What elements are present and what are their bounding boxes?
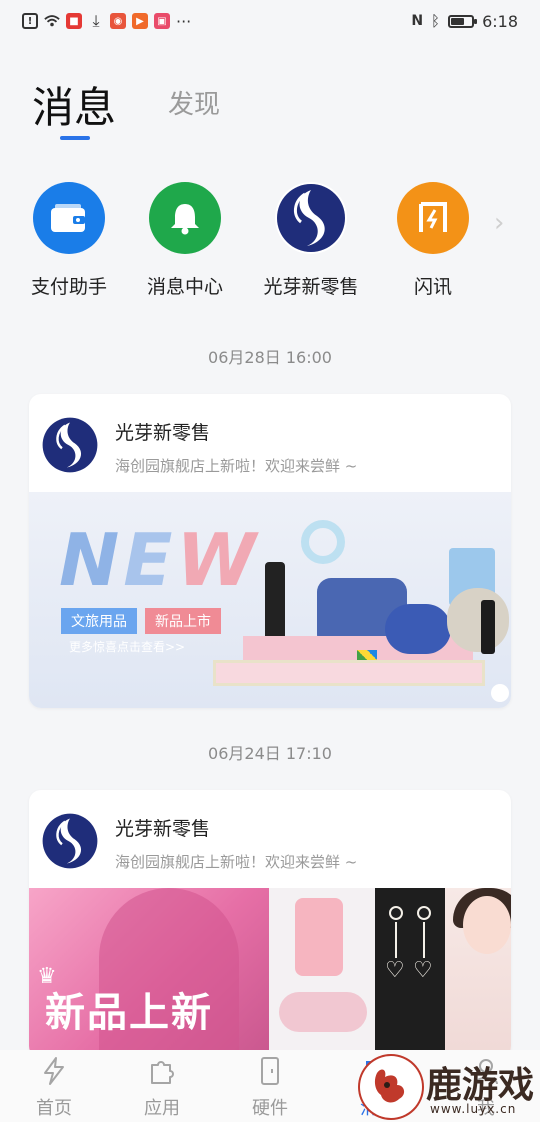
quick-app-guangya[interactable]: 光芽新零售 xyxy=(255,182,367,299)
quick-app-label: 闪讯 xyxy=(413,276,452,298)
banner-headline: NEW xyxy=(59,518,260,602)
promo-banner-new-arrivals[interactable]: ♛ 新品上新 ♡ ♡ xyxy=(29,888,511,1058)
brand-logo xyxy=(275,182,347,254)
active-tab-indicator xyxy=(60,136,90,140)
banner-more-link[interactable]: 更多惊喜点击查看>> xyxy=(69,638,185,655)
message-card-header: 光芽新零售 海创园旗舰店上新啦！欢迎来尝鲜 ~ xyxy=(29,394,511,492)
nav-home[interactable]: 首页 xyxy=(0,1050,108,1122)
banner-tag: 新品上市 xyxy=(145,608,221,634)
brand-logo xyxy=(41,416,99,474)
watermark-text: 鹿游戏 xyxy=(426,1065,535,1106)
message-timestamp: 06月24日 17:10 xyxy=(208,744,332,763)
earring-chain xyxy=(395,922,397,958)
nav-label: 硬件 xyxy=(252,1098,288,1119)
decorative-ball xyxy=(491,684,509,702)
message-card[interactable]: 光芽新零售 海创园旗舰店上新啦！欢迎来尝鲜 ~ ♛ 新品上新 ♡ ♡ xyxy=(29,790,511,1058)
earring xyxy=(417,906,431,920)
earring xyxy=(389,906,403,920)
promo-banner-new[interactable]: NEW 文旅用品 新品上市 更多惊喜点击查看>> xyxy=(29,492,511,708)
play-icon: ▶ xyxy=(132,13,148,29)
product-image xyxy=(301,520,345,564)
message-page: ! ■ ⤓ ◉ ▶ ▣ ··· N ᛒ 6:18 消息 发现 支付助手 消息中心… xyxy=(0,0,540,1122)
tab-discover[interactable]: 发现 xyxy=(168,84,220,121)
alert-icon: ! xyxy=(22,13,38,29)
video-icon: ■ xyxy=(66,13,82,29)
nav-apps[interactable]: 应用 xyxy=(108,1050,216,1122)
model-face xyxy=(463,896,511,954)
door-icon xyxy=(255,1056,285,1086)
product-image xyxy=(295,898,343,976)
message-card-header: 光芽新零售 海创园旗舰店上新啦！欢迎来尝鲜 ~ xyxy=(29,790,511,888)
product-image xyxy=(279,992,367,1032)
status-bar: ! ■ ⤓ ◉ ▶ ▣ ··· N ᛒ 6:18 xyxy=(0,0,540,42)
header-tabs: 消息 发现 xyxy=(0,72,540,142)
message-card[interactable]: 光芽新零售 海创园旗舰店上新啦！欢迎来尝鲜 ~ NEW 文旅用品 新品上市 更多… xyxy=(29,394,511,708)
app-icon: ◉ xyxy=(110,13,126,29)
download-icon: ⤓ xyxy=(92,11,100,30)
brand-logo xyxy=(41,812,99,870)
display-stage xyxy=(213,660,485,686)
wifi-icon xyxy=(44,13,60,29)
more-icon: ··· xyxy=(176,11,192,31)
lightning-icon xyxy=(39,1056,69,1086)
chevron-right-icon[interactable]: › xyxy=(494,208,504,238)
nav-hardware[interactable]: 硬件 xyxy=(216,1050,324,1122)
puzzle-icon xyxy=(147,1056,177,1086)
product-image xyxy=(447,588,509,652)
quick-app-label: 消息中心 xyxy=(146,276,223,298)
product-image xyxy=(481,600,495,654)
product-image xyxy=(385,604,451,654)
quick-app-message-center[interactable]: 消息中心 xyxy=(129,182,241,299)
deer-logo xyxy=(360,1056,422,1118)
quick-app-label: 支付助手 xyxy=(30,276,107,298)
heart-icon: ♡ xyxy=(385,958,405,983)
product-image-earrings: ♡ ♡ xyxy=(375,888,445,1058)
clock: 6:18 xyxy=(482,11,518,31)
bluetooth-icon: ᛒ xyxy=(431,12,441,30)
product-image-model xyxy=(445,888,511,1058)
quick-app-payment-assistant[interactable]: 支付助手 xyxy=(13,182,125,299)
nfc-icon: N xyxy=(411,13,424,29)
message-sender: 光芽新零售 xyxy=(115,818,211,840)
app-icon: ▣ xyxy=(154,13,170,29)
nav-label: 应用 xyxy=(144,1098,180,1119)
tab-messages[interactable]: 消息 xyxy=(32,74,116,135)
heart-icon: ♡ xyxy=(413,958,433,983)
banner-tag: 文旅用品 xyxy=(61,608,137,634)
watermark: 鹿游戏 www.luyx.cn xyxy=(360,1054,540,1120)
quick-apps-row: 支付助手 消息中心 光芽新零售 闪讯 › xyxy=(0,182,540,302)
watermark-url: www.luyx.cn xyxy=(430,1102,517,1116)
banner-headline: 新品上新 xyxy=(45,990,213,1036)
flash-news-icon xyxy=(397,182,469,254)
earring-chain xyxy=(423,922,425,958)
bell-icon xyxy=(149,182,221,254)
quick-app-label: 光芽新零售 xyxy=(263,276,359,298)
product-image xyxy=(269,888,375,1058)
message-text: 海创园旗舰店上新啦！欢迎来尝鲜 ~ xyxy=(115,457,358,475)
nav-label: 首页 xyxy=(36,1098,72,1119)
wallet-icon xyxy=(33,182,105,254)
battery-icon xyxy=(448,14,478,28)
message-sender: 光芽新零售 xyxy=(115,422,211,444)
banner-panel: ♛ 新品上新 xyxy=(29,888,269,1058)
quick-app-flash-news[interactable]: 闪讯 xyxy=(377,182,489,299)
message-text: 海创园旗舰店上新啦！欢迎来尝鲜 ~ xyxy=(115,853,358,871)
message-timestamp: 06月28日 16:00 xyxy=(208,348,332,367)
